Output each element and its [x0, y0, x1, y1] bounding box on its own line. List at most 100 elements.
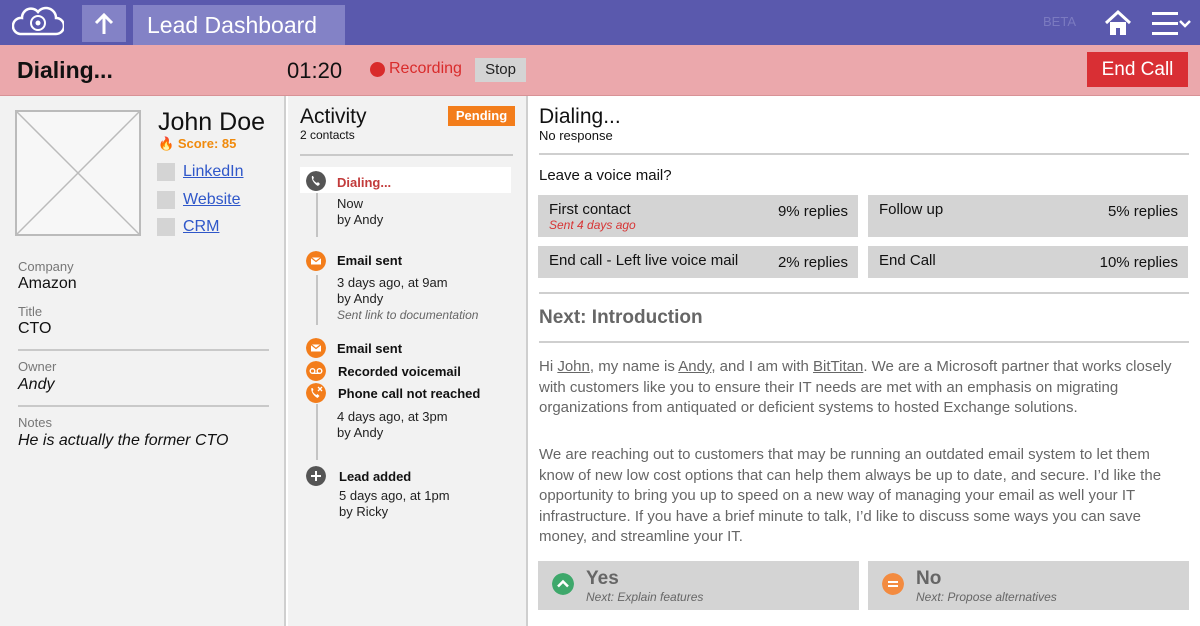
avatar-placeholder [15, 110, 141, 236]
equals-icon [882, 573, 904, 595]
timeline-line [316, 193, 318, 237]
agent-name-token: Andy [678, 358, 712, 375]
event-call-by: by Andy [337, 425, 384, 440]
checkbox[interactable] [157, 218, 175, 236]
call-status-bar: Dialing... 01:20 Recording Stop End Call [0, 45, 1200, 96]
event-lead-title: Lead added [339, 469, 412, 484]
vm-option-rate: 9% replies [777, 203, 848, 220]
link-website[interactable]: Website [157, 190, 241, 210]
home-icon[interactable] [1103, 9, 1133, 37]
beta-label: BETA [1043, 14, 1076, 29]
vm-option-sent: Sent 4 days ago [549, 218, 636, 232]
divider [18, 349, 269, 351]
divider [539, 292, 1189, 294]
owner-value: Andy [18, 376, 55, 393]
vm-option-rate: 5% replies [1107, 203, 1178, 220]
linkedin-link[interactable]: LinkedIn [183, 163, 244, 181]
company-value: Amazon [18, 275, 77, 292]
vm-follow-up-button[interactable]: Follow up 5% replies [868, 195, 1188, 237]
script-text: , my name is [589, 358, 679, 375]
voicemail-prompt: Leave a voice mail? [539, 167, 672, 184]
event-call-title: Phone call not reached [338, 386, 481, 401]
event-email-by: by Andy [337, 291, 384, 306]
event-email2-title: Email sent [337, 341, 403, 356]
script-paragraph-1: Hi John, my name is Andy, and I am with … [539, 357, 1189, 419]
checkbox[interactable] [157, 163, 175, 181]
stop-recording-button[interactable]: Stop [475, 58, 526, 82]
vm-option-rate: 2% replies [777, 254, 848, 271]
vm-option-label: Follow up [879, 201, 944, 218]
plus-icon [306, 466, 326, 486]
title-value: CTO [18, 320, 52, 337]
vm-option-label: First contact [549, 201, 631, 218]
timeline-line [316, 404, 318, 460]
flame-icon: 🔥 [158, 136, 175, 151]
call-panel-title: Dialing... [539, 105, 621, 128]
activity-subtitle: 2 contacts [300, 128, 355, 142]
up-button[interactable] [82, 5, 126, 42]
link-crm[interactable]: CRM [157, 217, 219, 237]
script-paragraph-2: We are reaching out to customers that ma… [539, 446, 1162, 545]
call-script-panel: Dialing... No response Leave a voice mai… [530, 96, 1200, 626]
event-email-note: Sent link to documentation [337, 308, 479, 322]
script-text: , and I am with [711, 358, 814, 375]
divider [539, 153, 1189, 155]
phone-icon [306, 171, 326, 191]
no-label: No [916, 568, 942, 589]
link-linkedin[interactable]: LinkedIn [157, 162, 244, 182]
lead-score: 🔥 Score: 85 [158, 136, 236, 152]
lead-profile-panel: John Doe 🔥 Score: 85 LinkedIn Website CR… [0, 96, 286, 626]
email-icon [306, 338, 326, 358]
yes-next: Next: Explain features [586, 590, 704, 604]
next-step-title: Next: Introduction [539, 307, 703, 328]
call-status: Dialing... [17, 57, 113, 83]
lead-name: John Doe [158, 108, 266, 136]
vm-option-label: End call - Left live voice mail [549, 252, 739, 269]
title-label: Title [18, 304, 43, 319]
lead-score-text: Score: 85 [177, 136, 237, 151]
vm-option-label: End Call [879, 252, 936, 269]
vm-first-contact-button[interactable]: First contact Sent 4 days ago 9% replies [538, 195, 858, 237]
divider [539, 341, 1189, 343]
crm-link[interactable]: CRM [183, 218, 219, 236]
app-title: Lead Dashboard [133, 5, 345, 45]
vm-end-call-left-vm-button[interactable]: End call - Left live voice mail 2% repli… [538, 246, 858, 278]
call-panel-subtitle: No response [539, 128, 613, 143]
cloud-logo-icon[interactable] [12, 6, 64, 38]
no-button[interactable]: No Next: Propose alternatives [868, 561, 1189, 610]
chevron-up-icon [552, 573, 574, 595]
end-call-button[interactable]: End Call [1087, 52, 1188, 87]
call-timer: 01:20 [287, 58, 343, 83]
event-email-title: Email sent [337, 253, 403, 268]
current-activity-highlight [300, 167, 511, 193]
email-icon [306, 251, 326, 271]
recording-dot-icon [370, 62, 385, 77]
lead-name-token: John [557, 358, 590, 375]
pending-badge: Pending [448, 106, 515, 126]
voicemail-icon [306, 361, 326, 381]
divider [18, 405, 269, 407]
company-token: BitTitan [813, 358, 864, 375]
event-dialing-by: by Andy [337, 212, 384, 227]
website-link[interactable]: Website [183, 191, 241, 209]
no-next: Next: Propose alternatives [916, 590, 1057, 604]
yes-button[interactable]: Yes Next: Explain features [538, 561, 859, 610]
event-email-time: 3 days ago, at 9am [337, 275, 448, 290]
divider [300, 154, 513, 156]
event-lead-by: by Ricky [339, 504, 389, 519]
company-label: Company [18, 259, 74, 274]
top-nav-bar: Lead Dashboard BETA [0, 0, 1200, 45]
arrow-up-icon [94, 12, 114, 34]
vm-option-rate: 10% replies [1099, 254, 1178, 271]
recording-label: Recording [389, 60, 462, 77]
script-text: Hi [539, 358, 558, 375]
event-voicemail-title: Recorded voicemail [338, 364, 461, 379]
hamburger-menu-icon[interactable] [1152, 11, 1192, 37]
event-dialing-time: Now [337, 196, 364, 211]
event-lead-time: 5 days ago, at 1pm [339, 488, 450, 503]
owner-label: Owner [18, 359, 57, 374]
vm-end-call-button[interactable]: End Call 10% replies [868, 246, 1188, 278]
notes-label: Notes [18, 415, 52, 430]
checkbox[interactable] [157, 191, 175, 209]
phone-missed-icon [306, 383, 326, 403]
